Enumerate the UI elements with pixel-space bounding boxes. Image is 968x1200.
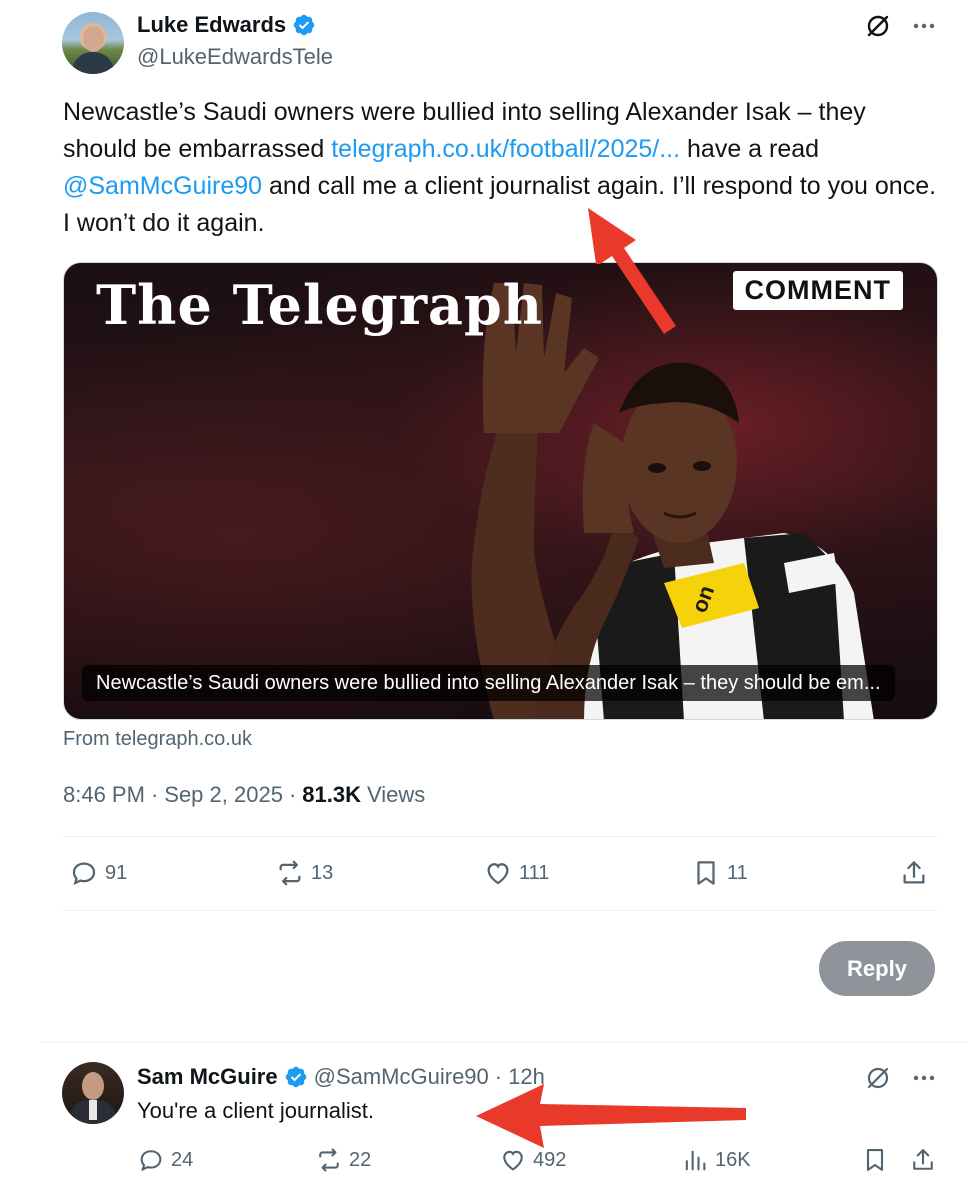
author-handle[interactable]: @LukeEdwardsTele — [137, 44, 333, 70]
link-preview-card[interactable]: on The Telegraph COMMENT Newcastle’s Sau… — [63, 262, 938, 720]
tweet-action-bar: 91 13 111 11 — [63, 852, 938, 898]
views-count: 81.3K — [302, 782, 361, 807]
reply-author-name[interactable]: Sam McGuire — [137, 1064, 278, 1090]
card-publisher-logo: The Telegraph — [96, 273, 544, 337]
reply-like-count: 492 — [533, 1148, 567, 1171]
grok-icon[interactable] — [864, 12, 892, 40]
meta-separator: · — [150, 782, 159, 807]
reply-author-row: Sam McGuire @SamMcGuire90 · 12h — [137, 1064, 545, 1090]
like-action[interactable]: 111 — [483, 858, 549, 888]
reply-action-bar: 24 22 492 16K — [137, 1142, 947, 1182]
reply-like-action[interactable]: 492 — [499, 1146, 566, 1174]
reply-author-avatar[interactable] — [62, 1062, 124, 1124]
annotation-arrow-left — [476, 1084, 746, 1148]
mention-link[interactable]: @SamMcGuire90 — [63, 172, 262, 200]
more-icon[interactable] — [910, 1064, 938, 1092]
repost-icon — [319, 1148, 339, 1172]
section-divider — [40, 1042, 968, 1043]
views-icon — [685, 1150, 706, 1171]
reply-views-count: 16K — [715, 1148, 751, 1171]
verified-badge-icon — [285, 1066, 306, 1088]
reply-button[interactable]: Reply — [819, 941, 935, 996]
bookmark-icon — [697, 861, 715, 885]
tweet-text: Newcastle’s Saudi owners were bullied in… — [63, 94, 943, 242]
bookmark-count: 11 — [727, 861, 748, 884]
author-avatar[interactable] — [62, 12, 124, 74]
card-badge: COMMENT — [732, 271, 903, 310]
repost-count: 13 — [311, 861, 334, 884]
repost-icon — [279, 860, 301, 886]
bookmark-action[interactable]: 11 — [691, 858, 748, 888]
share-icon — [903, 861, 925, 884]
tweet-header-actions — [864, 12, 938, 40]
verified-badge-icon — [293, 14, 315, 36]
reply-reply-count: 24 — [171, 1148, 194, 1171]
reply-bookmark-action[interactable] — [861, 1146, 889, 1174]
reply-icon — [72, 862, 96, 886]
reply-repost-action[interactable]: 22 — [315, 1146, 371, 1174]
reply-action[interactable]: 91 — [69, 858, 127, 888]
reply-reply-action[interactable]: 24 — [137, 1146, 193, 1174]
views-label: Views — [366, 782, 426, 807]
divider — [63, 910, 938, 911]
reply-author-handle[interactable]: @SamMcGuire90 — [314, 1064, 489, 1090]
card-source[interactable]: From telegraph.co.uk — [63, 728, 252, 751]
tweet-meta: 8:46 PM · Sep 2, 2025 · 81.3K Views — [63, 782, 425, 808]
reply-count: 91 — [105, 861, 128, 884]
tweet-text-part: have a read — [680, 135, 820, 163]
tweet-time[interactable]: 8:46 PM — [63, 782, 145, 808]
like-icon — [503, 1150, 523, 1171]
reply-time[interactable]: 12h — [508, 1064, 545, 1090]
tweet-thread-page: Luke Edwards @LukeEdwardsTele Newcastle’… — [0, 0, 968, 1200]
more-icon[interactable] — [910, 12, 938, 40]
reply-text: You're a client journalist. — [137, 1098, 374, 1123]
divider — [63, 836, 938, 837]
grok-icon[interactable] — [864, 1064, 892, 1092]
meta-separator: · — [288, 782, 297, 807]
reply-share-action[interactable] — [909, 1146, 937, 1174]
article-link[interactable]: telegraph.co.uk/football/2025/... — [331, 135, 680, 163]
share-action[interactable] — [899, 858, 929, 888]
repost-action[interactable]: 13 — [275, 858, 333, 888]
reply-icon — [140, 1150, 162, 1172]
reply-separator: · — [494, 1064, 503, 1089]
like-icon — [487, 863, 509, 885]
bookmark-icon — [866, 1149, 884, 1171]
share-icon — [913, 1149, 933, 1170]
reply-views-action[interactable]: 16K — [681, 1146, 751, 1174]
reply-header-actions — [864, 1064, 938, 1092]
like-count: 111 — [519, 861, 550, 884]
author-display-name[interactable]: Luke Edwards — [137, 12, 286, 38]
reply-repost-count: 22 — [349, 1148, 372, 1171]
tweet-date[interactable]: Sep 2, 2025 — [164, 782, 283, 808]
card-caption: Newcastle’s Saudi owners were bullied in… — [82, 665, 895, 701]
author-name-row: Luke Edwards — [137, 12, 316, 38]
